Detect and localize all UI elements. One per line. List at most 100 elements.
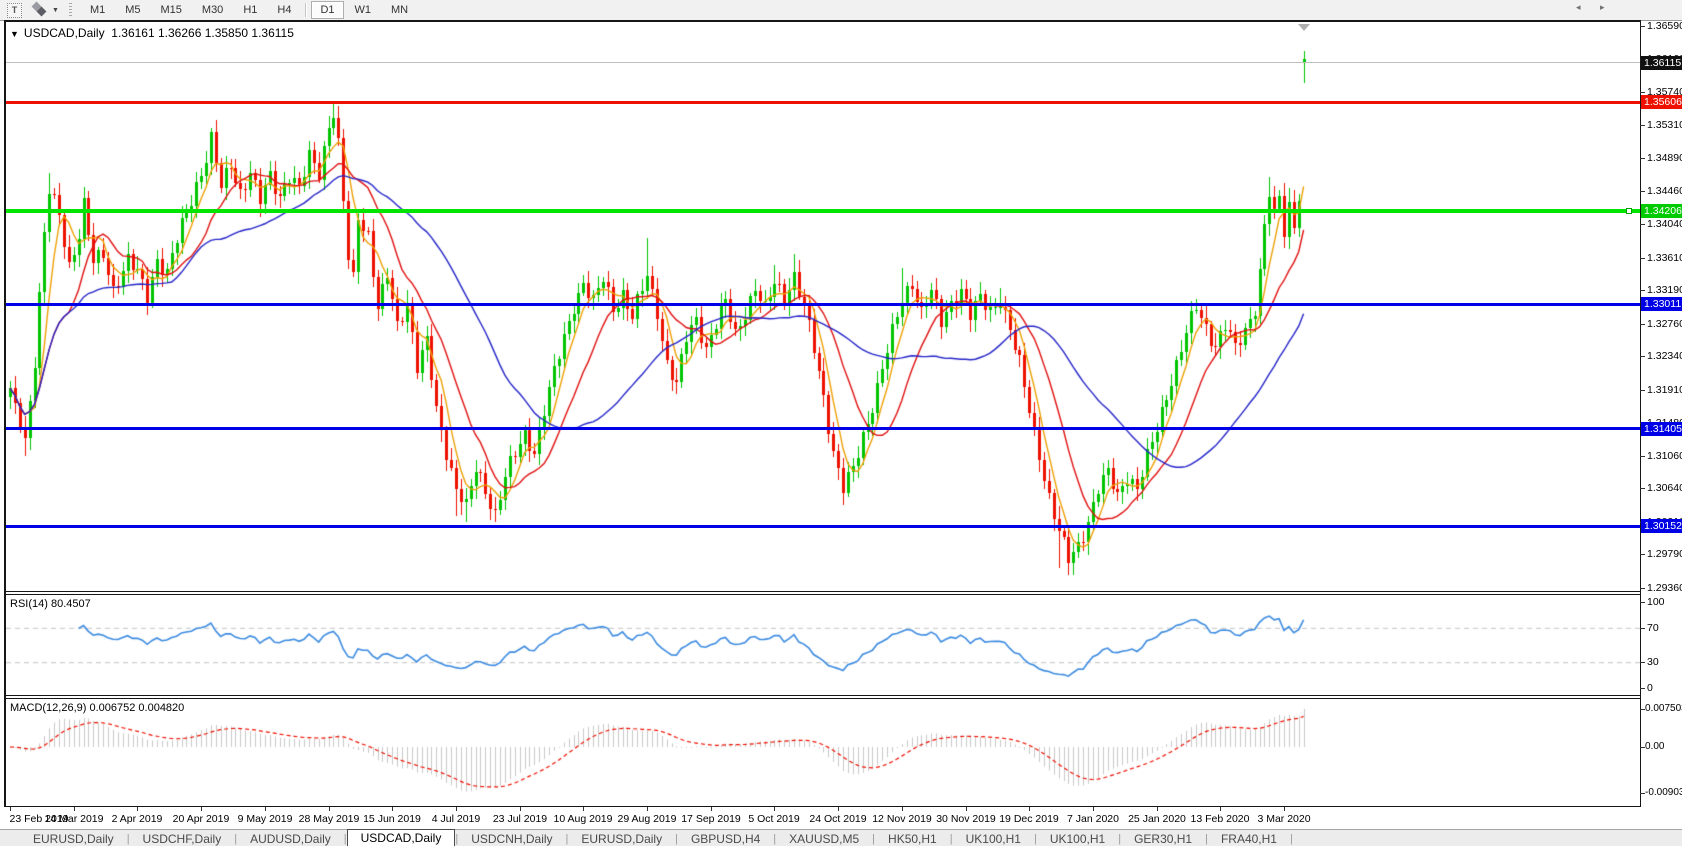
chart-tab-ger30-h1[interactable]: GER30,H1 — [1121, 831, 1205, 846]
macd-axis-label: 0.007503 — [1645, 703, 1682, 714]
date-tick — [1284, 807, 1285, 811]
text-tool-icon[interactable]: T — [7, 3, 22, 18]
price-axis-tick — [1640, 258, 1645, 259]
chart-tab-hk50-h1[interactable]: HK50,H1 — [875, 831, 950, 846]
date-tick — [1093, 807, 1094, 811]
date-label: 3 Mar 2020 — [1246, 813, 1322, 825]
chart-tab-xauusd-m5[interactable]: XAUUSD,M5 — [776, 831, 872, 846]
price-axis-label: 1.33610 — [1647, 252, 1682, 264]
price-axis-tick — [1640, 324, 1645, 325]
hline-support-green[interactable] — [6, 209, 1640, 213]
hline-handle[interactable] — [1626, 208, 1632, 214]
chart-tab-uk100-h1[interactable]: UK100,H1 — [1037, 831, 1118, 846]
chart-tab-eurusd-daily[interactable]: EURUSD,Daily — [568, 831, 675, 846]
date-tick — [1029, 807, 1030, 811]
chart-symbol-period: USDCAD,Daily — [24, 26, 105, 40]
chart-ohlc-quotes: 1.36161 1.36266 1.35850 1.36115 — [111, 26, 294, 40]
date-tick — [456, 807, 457, 811]
timeframe-button-h1[interactable]: H1 — [234, 1, 266, 19]
timeframe-group: M1M5M15M30H1H4 D1W1MN — [80, 1, 418, 19]
date-tick — [392, 807, 393, 811]
date-tick — [201, 807, 202, 811]
chart-frame-bottom — [4, 806, 1641, 807]
macd-axis-label: 0.00 — [1645, 741, 1664, 752]
date-tick — [838, 807, 839, 811]
main-chart-canvas[interactable] — [6, 22, 1640, 591]
price-box-level-line-price: 1.33011 — [1641, 297, 1682, 311]
timeframe-button-w1[interactable]: W1 — [346, 1, 381, 19]
price-box-level-line-price: 1.30152 — [1641, 519, 1682, 533]
price-axis-label: 1.36590 — [1647, 20, 1682, 32]
macd-indicator-label: MACD(12,26,9) 0.006752 0.004820 — [10, 702, 184, 714]
price-axis-label: 1.30640 — [1647, 482, 1682, 494]
date-tick — [966, 807, 967, 811]
panel-separator[interactable] — [6, 695, 1640, 696]
dropdown-caret-icon[interactable]: ▼ — [52, 7, 59, 14]
panel-separator[interactable] — [6, 591, 1640, 592]
date-tick — [520, 807, 521, 811]
macd-axis-label: -0.00903 — [1645, 787, 1682, 798]
tab-separator: | — [1290, 833, 1293, 845]
timeframe-button-h4[interactable]: H4 — [268, 1, 300, 19]
chart-tab-gbpusd-h4[interactable]: GBPUSD,H4 — [678, 831, 773, 846]
price-axis-label: 1.34890 — [1647, 152, 1682, 164]
date-tick — [583, 807, 584, 811]
hline-level-blue[interactable] — [6, 303, 1640, 306]
rsi-axis-label: 100 — [1647, 596, 1665, 608]
tab-scroll-right-icon[interactable]: ▸ — [1600, 2, 1605, 13]
diamond-icon — [37, 7, 47, 17]
chart-tab-usdcnh-daily[interactable]: USDCNH,Daily — [458, 831, 565, 846]
rsi-axis-tick — [1640, 662, 1645, 663]
mt4-window: T ▼ M1M5M15M30H1H4 D1W1MN ▼ USDCAD,Daily 1… — [0, 0, 1682, 846]
hline-current-price-line[interactable] — [6, 62, 1640, 63]
chart-tab-uk100-h1[interactable]: UK100,H1 — [953, 831, 1034, 846]
rsi-axis-tick — [1640, 688, 1645, 689]
rsi-axis-tick — [1640, 628, 1645, 629]
hline-resistance[interactable] — [6, 101, 1640, 104]
chart-tab-usdchf-daily[interactable]: USDCHF,Daily — [130, 831, 235, 846]
chart-tab-eurusd-daily[interactable]: EURUSD,Daily — [20, 831, 127, 846]
price-axis-label: 1.33190 — [1647, 284, 1682, 296]
chart-shift-marker-icon[interactable] — [1298, 24, 1310, 31]
price-axis-tick — [1640, 488, 1645, 489]
price-box-support-line-price: 1.34206 — [1641, 204, 1682, 218]
price-axis-label: 1.29790 — [1647, 548, 1682, 560]
price-axis-tick — [1640, 356, 1645, 357]
price-axis-tick — [1640, 588, 1645, 589]
symbols-cycle-icon[interactable] — [32, 3, 48, 17]
chart-tab-usdcad-daily[interactable]: USDCAD,Daily — [347, 829, 456, 846]
price-axis-tick — [1640, 158, 1645, 159]
rsi-axis-tick — [1640, 602, 1645, 603]
chart-tab-audusd-daily[interactable]: AUDUSD,Daily — [237, 831, 344, 846]
price-axis-tick — [1640, 390, 1645, 391]
price-axis-tick — [1640, 554, 1645, 555]
rsi-panel-canvas[interactable] — [6, 595, 1640, 695]
toolbar-grip[interactable] — [69, 3, 72, 17]
price-axis-tick — [1640, 26, 1645, 27]
price-box-current-price: 1.36115 — [1641, 56, 1682, 70]
price-axis-label: 1.31060 — [1647, 450, 1682, 462]
price-box-resistance-line-price: 1.35606 — [1641, 95, 1682, 109]
chart-tab-fra40-h1[interactable]: FRA40,H1 — [1208, 831, 1290, 846]
chart-caret-icon[interactable]: ▼ — [10, 29, 19, 39]
date-tick — [10, 807, 11, 811]
timeframe-button-mn[interactable]: MN — [382, 1, 417, 19]
price-axis-label: 1.29360 — [1647, 582, 1682, 594]
price-axis-label: 1.34460 — [1647, 185, 1682, 197]
date-tick — [74, 807, 75, 811]
timeframe-button-m5[interactable]: M5 — [116, 1, 149, 19]
timeframe-button-m15[interactable]: M15 — [152, 1, 191, 19]
timeframe-button-m30[interactable]: M30 — [193, 1, 232, 19]
macd-panel-canvas[interactable] — [6, 699, 1640, 806]
tab-scroll-left-icon[interactable]: ◂ — [1576, 2, 1581, 13]
hline-level-blue[interactable] — [6, 427, 1640, 430]
hline-level-blue[interactable] — [6, 525, 1640, 528]
rsi-indicator-label: RSI(14) 80.4507 — [10, 598, 91, 610]
timeframe-button-d1[interactable]: D1 — [311, 1, 343, 19]
rsi-axis-label: 70 — [1647, 622, 1659, 634]
timeframe-button-m1[interactable]: M1 — [81, 1, 114, 19]
price-axis-label: 1.35310 — [1647, 119, 1682, 131]
date-tick — [265, 807, 266, 811]
rsi-axis-label: 0 — [1647, 682, 1653, 694]
price-axis-tick — [1640, 92, 1645, 93]
